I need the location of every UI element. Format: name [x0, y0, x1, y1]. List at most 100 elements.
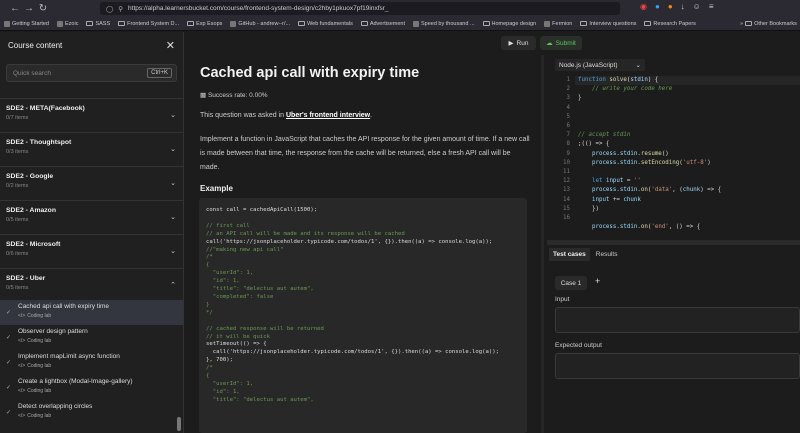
forward-icon[interactable]: → [22, 1, 36, 15]
case-tab[interactable]: Case 1 [555, 276, 587, 290]
check-icon: ✓ [6, 360, 12, 366]
line-number: 3 [566, 95, 571, 102]
bookmark[interactable]: Speed by thousand ... [412, 20, 475, 27]
line-number: 2 [566, 86, 571, 93]
chevron-down-icon: ⌄ [170, 180, 176, 187]
bookmark[interactable]: Getting Started [4, 20, 49, 27]
line-number: 15 [563, 205, 570, 212]
pocket-icon[interactable]: ◉ [640, 2, 647, 11]
extension-icon[interactable]: ● [668, 2, 673, 11]
code-line: const call = cachedApiCall(1500); [206, 207, 318, 213]
back-icon[interactable]: ← [8, 1, 22, 15]
tab-results[interactable]: Results [592, 248, 622, 261]
code-line: // cached response will be returned [206, 325, 324, 332]
input-field[interactable] [555, 307, 800, 333]
search-input[interactable]: Quick search Ctrl+K [6, 64, 177, 82]
code-line: "completed": false [206, 293, 274, 300]
code-line: }, 700); [206, 357, 233, 364]
line-number: 13 [563, 187, 570, 194]
add-case-button[interactable]: + [595, 276, 600, 286]
company-link[interactable]: Uber's frontend interview [286, 112, 370, 119]
chevron-up-icon: ⌃ [170, 282, 176, 289]
bookmark[interactable]: GitHub - andrew--r/... [230, 20, 290, 27]
bookmark[interactable]: Web fundamentals [298, 21, 353, 27]
check-icon: ✓ [6, 410, 12, 416]
section-title: SDE2 - META(Facebook) [6, 105, 85, 112]
editor-code[interactable]: function solve(stdin) { // write your co… [578, 76, 800, 232]
extension-icon[interactable]: ● [655, 2, 660, 11]
folder-icon [360, 21, 368, 26]
download-icon[interactable]: ↓ [681, 2, 685, 11]
shortcut-badge: Ctrl+K [147, 68, 172, 78]
section-title: SDE2 - Uber [6, 275, 46, 282]
bookmark[interactable]: Exp Esops [187, 21, 222, 27]
chart-icon: ▩ [200, 92, 207, 99]
language-select[interactable]: Node.js (JavaScript) ⌄ [555, 59, 645, 71]
section-meta[interactable]: SDE2 - META(Facebook) 0/7 items ⌄ [0, 98, 183, 132]
lesson-item[interactable]: ✓ Observer design pattern </> Coding lab [0, 325, 183, 350]
tab-test-cases[interactable]: Test cases [549, 248, 590, 261]
other-bookmarks[interactable]: » Other Bookmarks [740, 21, 797, 27]
code-icon: </> [18, 313, 26, 319]
chevron-down-icon: ⌄ [170, 248, 176, 255]
code-line: call('https://jsonplaceholder.typicode.c… [206, 349, 499, 356]
bookmark[interactable]: Advertisement [360, 21, 405, 27]
line-number: 1 [566, 77, 571, 83]
menu-icon[interactable]: ≡ [709, 2, 714, 11]
section-thoughtspot[interactable]: SDE2 - Thoughtspot 0/3 items ⌄ [0, 132, 183, 166]
run-button[interactable]: ▶ Run [501, 36, 536, 50]
code-line: */ [206, 309, 213, 316]
lesson-item[interactable]: ✓ Detect overlapping circles </> Coding l… [0, 400, 183, 425]
bookmark[interactable]: Fermion [544, 20, 572, 27]
submit-button[interactable]: ☁ Submit [540, 36, 582, 50]
section-uber[interactable]: SDE2 - Uber 0/5 items ⌃ [0, 268, 183, 302]
lesson-item[interactable]: ✓ Create a lightbox (Modal-Image-gallery… [0, 375, 183, 400]
section-count: 0/7 items [6, 115, 29, 121]
line-number: 12 [563, 178, 570, 185]
code-line: "title": "delectus aut autem", [206, 286, 314, 293]
lesson-title: Cached api call with expiry time [18, 303, 110, 310]
pane-divider[interactable] [541, 55, 544, 433]
bookmark-icon [412, 20, 419, 27]
line-number: 6 [566, 123, 571, 130]
section-microsoft[interactable]: SDE2 - Microsoft 0/6 items ⌄ [0, 234, 183, 268]
line-number: 14 [563, 196, 570, 203]
expected-output-field[interactable] [555, 353, 800, 379]
bookmark[interactable]: SASS [86, 21, 110, 27]
bookmark[interactable]: Research Papers [644, 21, 696, 27]
line-number: 8 [566, 141, 571, 148]
bookmark[interactable]: Frontend System D... [118, 21, 179, 27]
section-google[interactable]: SDE2 - Google 0/2 items ⌄ [0, 166, 183, 200]
lesson-title: Detect overlapping circles [18, 403, 93, 410]
bookmark[interactable]: Homepage design [482, 21, 536, 27]
bookmark-icon [544, 20, 551, 27]
bookmark[interactable]: Ezoic [57, 20, 78, 27]
bookmark[interactable]: Interview questions [580, 21, 636, 27]
section-count: 0/2 items [6, 183, 29, 189]
account-icon[interactable]: ☺ [693, 2, 701, 11]
section-amazon[interactable]: SDE2 - Amazon 0/5 items ⌄ [0, 200, 183, 234]
code-icon: </> [18, 388, 26, 394]
close-icon[interactable]: ✕ [166, 39, 175, 52]
lesson-item[interactable]: ✓ Implement mapLimit async function </> C… [0, 350, 183, 375]
address-bar[interactable]: ◯ ⚲ https://alpha.learnersbucket.com/cou… [100, 2, 620, 15]
bookmark-icon [57, 20, 63, 27]
code-line: // first call [206, 222, 250, 229]
chevron-down-icon: ⌄ [170, 112, 176, 119]
reload-icon[interactable]: ↻ [36, 1, 50, 15]
shield-icon: ◯ [106, 5, 114, 13]
chevron-down-icon: ⌄ [635, 62, 641, 69]
folder-icon [187, 21, 195, 26]
bookmark-icon [4, 20, 10, 27]
problem-description: Implement a function in JavaScript that … [200, 136, 530, 171]
lesson-item[interactable]: ✓ Cached api call with expiry time </> Co… [0, 300, 183, 325]
folder-icon [298, 21, 306, 26]
line-number: 16 [563, 215, 570, 222]
sidebar-scrollbar[interactable] [177, 417, 181, 431]
lesson-title: Implement mapLimit async function [18, 353, 120, 360]
search-placeholder: Quick search [13, 69, 51, 77]
section-title: SDE2 - Google [6, 173, 54, 180]
code-line: /* [206, 365, 213, 372]
